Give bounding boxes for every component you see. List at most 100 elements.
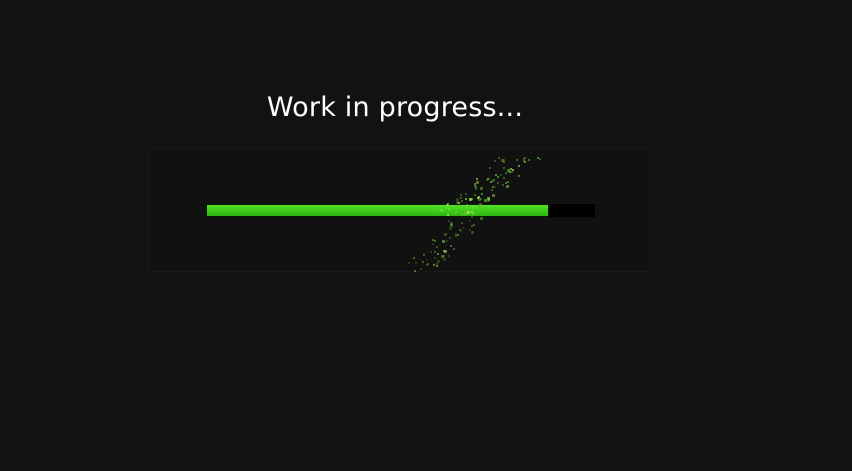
particle xyxy=(449,236,452,239)
particle xyxy=(470,231,474,235)
particle xyxy=(523,157,526,160)
particle xyxy=(449,244,452,247)
particle xyxy=(455,232,458,235)
particle xyxy=(453,247,456,250)
particle xyxy=(434,257,437,259)
particle xyxy=(431,239,434,242)
particle xyxy=(502,158,505,161)
particle xyxy=(448,227,452,231)
particle xyxy=(468,229,471,232)
particle xyxy=(421,260,424,263)
particle xyxy=(476,180,479,184)
particle xyxy=(495,174,498,177)
particle xyxy=(538,157,541,160)
particle xyxy=(443,250,447,253)
particle xyxy=(471,225,473,228)
particle xyxy=(459,193,462,196)
particle xyxy=(444,243,447,246)
particle xyxy=(429,251,432,254)
page: Work in progress... xyxy=(0,0,852,471)
particle xyxy=(509,170,512,173)
particle xyxy=(509,167,512,170)
particle xyxy=(506,184,510,188)
particle xyxy=(505,171,508,174)
particle xyxy=(460,230,463,233)
particle xyxy=(464,192,467,195)
particle xyxy=(479,216,483,220)
particle xyxy=(536,157,539,159)
particle xyxy=(465,197,468,200)
particle xyxy=(503,176,505,179)
particle xyxy=(407,262,410,265)
particle xyxy=(499,174,502,177)
particle xyxy=(454,235,457,238)
particle xyxy=(436,262,439,265)
particle xyxy=(492,193,496,197)
particle xyxy=(426,264,429,266)
particle xyxy=(472,224,475,227)
particle xyxy=(488,198,491,201)
particle xyxy=(427,263,429,266)
particle xyxy=(435,265,438,268)
particle xyxy=(432,263,435,266)
particle xyxy=(434,250,437,253)
particle xyxy=(477,198,481,202)
particle xyxy=(470,198,473,201)
particle xyxy=(449,222,453,225)
particle xyxy=(491,179,495,183)
particle xyxy=(517,164,520,167)
particle xyxy=(487,197,491,201)
particle xyxy=(501,159,505,163)
particle xyxy=(522,157,525,160)
particle xyxy=(468,220,471,223)
particle xyxy=(459,229,462,232)
particle xyxy=(420,267,422,270)
particle xyxy=(461,222,464,225)
particle xyxy=(494,186,497,189)
particle xyxy=(456,197,460,201)
particle xyxy=(503,166,506,169)
particle xyxy=(460,199,463,202)
particle xyxy=(487,177,490,180)
particle xyxy=(502,183,505,186)
particle xyxy=(432,263,435,266)
particle xyxy=(478,195,480,198)
particle xyxy=(437,259,441,263)
particle xyxy=(442,240,445,243)
particle xyxy=(432,243,435,245)
particle xyxy=(457,234,460,237)
particle xyxy=(468,198,472,202)
particle xyxy=(443,255,446,258)
particle xyxy=(425,258,428,261)
particle xyxy=(511,171,514,174)
particle xyxy=(496,181,499,184)
particle xyxy=(528,158,531,161)
progress-track xyxy=(206,204,595,217)
progress-panel xyxy=(148,148,651,273)
particle xyxy=(449,224,453,227)
particle xyxy=(446,240,449,243)
particle xyxy=(507,169,511,173)
particle xyxy=(486,178,488,181)
particle xyxy=(483,199,487,203)
particle xyxy=(489,166,492,169)
particle xyxy=(414,262,417,265)
particle xyxy=(440,254,444,258)
particle xyxy=(494,160,497,162)
particle xyxy=(481,193,483,195)
particle xyxy=(444,232,447,236)
particle xyxy=(491,186,494,189)
particle xyxy=(523,160,526,163)
particle xyxy=(474,187,477,190)
particle xyxy=(459,196,462,199)
particle xyxy=(434,239,437,242)
particle xyxy=(423,253,426,256)
particle xyxy=(476,196,479,199)
particle xyxy=(512,168,515,171)
particle xyxy=(443,258,447,261)
particle xyxy=(447,254,450,257)
particle xyxy=(443,249,446,252)
particle xyxy=(523,160,526,163)
particle xyxy=(413,257,415,259)
progress-fill xyxy=(207,205,548,216)
